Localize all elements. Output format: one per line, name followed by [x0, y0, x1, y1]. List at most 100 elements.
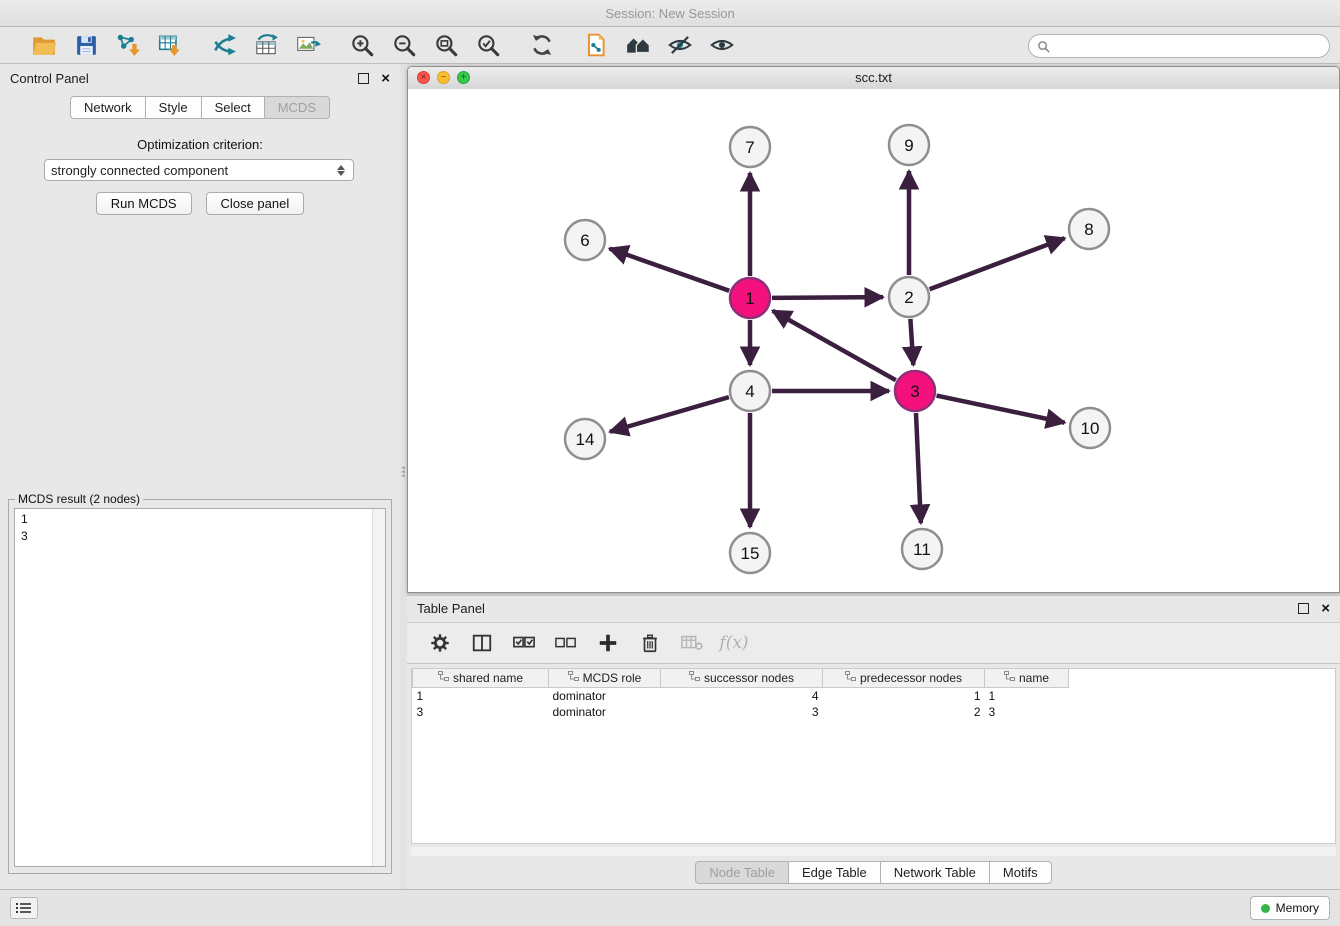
- search-box[interactable]: [1028, 34, 1330, 58]
- table-row[interactable]: 3dominator323: [413, 704, 1069, 720]
- network-graph[interactable]: 7 9 6 8 1 2 4 3 14 10 15 11: [408, 89, 1339, 592]
- zoom-fit-button[interactable]: [430, 30, 462, 60]
- column-header-shared-name[interactable]: shared name: [413, 669, 549, 688]
- delete-table-button[interactable]: [679, 630, 705, 656]
- mcds-result-list[interactable]: 13: [14, 508, 386, 867]
- table-cell[interactable]: 3: [413, 704, 549, 720]
- zoom-selected-button[interactable]: [472, 30, 504, 60]
- home-button[interactable]: [622, 30, 654, 60]
- table-cell[interactable]: 1: [823, 688, 985, 705]
- graph-edge-4-14[interactable]: [610, 397, 729, 432]
- tab-network[interactable]: Network: [70, 96, 146, 119]
- graph-edge-1-2[interactable]: [772, 297, 883, 298]
- delete-row-button[interactable]: [637, 630, 663, 656]
- memory-button[interactable]: Memory: [1250, 896, 1330, 920]
- table-cell[interactable]: 4: [661, 688, 823, 705]
- graph-edge-1-6[interactable]: [610, 249, 730, 291]
- hide-selected-button[interactable]: [664, 30, 696, 60]
- table-row[interactable]: 1dominator411: [413, 688, 1069, 705]
- graph-edge-3-1[interactable]: [773, 311, 896, 380]
- panel-splitter[interactable]: •••: [400, 64, 407, 890]
- graph-edge-2-8[interactable]: [930, 238, 1065, 289]
- main-toolbar: [0, 27, 1340, 64]
- tab-style[interactable]: Style: [145, 96, 202, 119]
- graph-node-2[interactable]: 2: [889, 277, 929, 317]
- network-canvas[interactable]: 7 9 6 8 1 2 4 3 14 10 15 11: [408, 89, 1339, 592]
- table-tab-motifs[interactable]: Motifs: [989, 861, 1052, 884]
- tab-select[interactable]: Select: [201, 96, 265, 119]
- table-settings-button[interactable]: [427, 630, 453, 656]
- close-window-icon[interactable]: ×: [417, 71, 430, 84]
- graph-edge-2-3[interactable]: [910, 319, 913, 365]
- graph-edge-3-10[interactable]: [937, 396, 1065, 423]
- select-all-button[interactable]: [511, 630, 537, 656]
- export-image-icon: [295, 32, 321, 58]
- save-session-button[interactable]: [70, 30, 102, 60]
- show-column-button[interactable]: [469, 630, 495, 656]
- task-history-button[interactable]: [10, 897, 38, 919]
- search-input[interactable]: [1054, 36, 1329, 56]
- close-table-panel-icon[interactable]: ×: [1321, 601, 1330, 616]
- zoom-out-button[interactable]: [388, 30, 420, 60]
- graph-node-label: 15: [741, 544, 760, 563]
- table-cell[interactable]: 2: [823, 704, 985, 720]
- deselect-all-button[interactable]: [553, 630, 579, 656]
- graph-node-3[interactable]: 3: [895, 371, 935, 411]
- run-mcds-button[interactable]: Run MCDS: [96, 192, 192, 215]
- zoom-in-button[interactable]: [346, 30, 378, 60]
- control-panel-tabs: NetworkStyleSelectMCDS: [0, 96, 400, 119]
- memory-status-icon: [1261, 904, 1270, 913]
- table-cell[interactable]: dominator: [549, 688, 661, 705]
- result-scrollbar[interactable]: [372, 509, 385, 866]
- column-header-predecessor-nodes[interactable]: predecessor nodes: [823, 669, 985, 688]
- table-tab-node-table[interactable]: Node Table: [695, 861, 789, 884]
- column-header-successor-nodes[interactable]: successor nodes: [661, 669, 823, 688]
- graph-edge-3-11[interactable]: [916, 413, 921, 523]
- close-mcds-panel-button[interactable]: Close panel: [206, 192, 305, 215]
- graph-node-14[interactable]: 14: [565, 419, 605, 459]
- table-hscrollbar[interactable]: [411, 847, 1336, 856]
- add-row-button[interactable]: [595, 630, 621, 656]
- open-session-button[interactable]: [28, 30, 60, 60]
- function-builder-button[interactable]: f(x): [721, 630, 747, 656]
- column-header-mcds-role[interactable]: MCDS role: [549, 669, 661, 688]
- graph-node-6[interactable]: 6: [565, 220, 605, 260]
- table-cell[interactable]: 3: [985, 704, 1069, 720]
- graph-node-7[interactable]: 7: [730, 127, 770, 167]
- graph-node-10[interactable]: 10: [1070, 408, 1110, 448]
- network-tools-button[interactable]: [208, 30, 240, 60]
- table-cell[interactable]: 1: [985, 688, 1069, 705]
- graph-node-15[interactable]: 15: [730, 533, 770, 573]
- graph-node-9[interactable]: 9: [889, 125, 929, 165]
- table-cell[interactable]: 1: [413, 688, 549, 705]
- open-folder-icon: [31, 32, 57, 58]
- tab-mcds[interactable]: MCDS: [264, 96, 330, 119]
- float-table-panel-icon[interactable]: [1298, 603, 1309, 614]
- minimize-window-icon[interactable]: −: [437, 71, 450, 84]
- node-table-container[interactable]: shared nameMCDS rolesuccessor nodesprede…: [411, 668, 1336, 844]
- graph-node-4[interactable]: 4: [730, 371, 770, 411]
- import-network-button[interactable]: [112, 30, 144, 60]
- table-tab-edge-table[interactable]: Edge Table: [788, 861, 881, 884]
- graph-node-1[interactable]: 1: [730, 278, 770, 318]
- column-header-name[interactable]: name: [985, 669, 1069, 688]
- table-cell[interactable]: dominator: [549, 704, 661, 720]
- table-cell[interactable]: 3: [661, 704, 823, 720]
- criterion-dropdown[interactable]: strongly connected component: [44, 159, 354, 181]
- network-from-table-button[interactable]: [250, 30, 282, 60]
- maximize-window-icon[interactable]: +: [457, 71, 470, 84]
- graph-node-8[interactable]: 8: [1069, 209, 1109, 249]
- network-window-titlebar[interactable]: × − + scc.txt: [408, 67, 1339, 90]
- table-tab-network-table[interactable]: Network Table: [880, 861, 990, 884]
- graph-node-11[interactable]: 11: [902, 529, 942, 569]
- gear-icon: [429, 632, 451, 654]
- import-table-button[interactable]: [154, 30, 186, 60]
- export-image-button[interactable]: [292, 30, 324, 60]
- float-panel-icon[interactable]: [358, 73, 369, 84]
- copy-view-button[interactable]: [580, 30, 612, 60]
- refresh-view-button[interactable]: [526, 30, 558, 60]
- show-all-button[interactable]: [706, 30, 738, 60]
- graph-node-label: 8: [1084, 220, 1093, 239]
- table-toolbar: f(x): [407, 622, 1340, 664]
- close-panel-icon[interactable]: ×: [381, 71, 390, 86]
